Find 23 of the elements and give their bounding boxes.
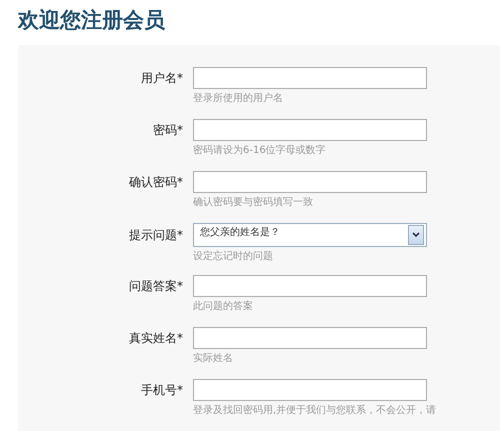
- field-label: 密码*: [153, 122, 183, 138]
- field-hint: 密码请设为6-16位字母或数字: [193, 144, 326, 157]
- field-label: 问题答案*: [129, 278, 183, 294]
- field-hint: 登录所使用的用户名: [193, 92, 283, 105]
- input-field[interactable]: [193, 67, 427, 89]
- field-hint: 实际姓名: [193, 352, 233, 365]
- field-label: 手机号*: [141, 382, 183, 398]
- question-dropdown[interactable]: 您父亲的姓名是？: [193, 223, 427, 247]
- field-label: 提示问题*: [129, 226, 183, 244]
- field-hint: 设定忘记时的问题: [193, 250, 273, 263]
- input-field[interactable]: [193, 327, 427, 349]
- field-label: 真实姓名*: [129, 330, 183, 346]
- page-title: 欢迎您注册会员: [16, 7, 166, 34]
- input-field[interactable]: [193, 171, 427, 193]
- input-field[interactable]: [193, 275, 427, 297]
- field-label: 确认密码*: [129, 174, 183, 190]
- field-label: 用户名*: [141, 70, 183, 86]
- field-hint: 确认密码要与密码填写一致: [193, 196, 313, 209]
- chevron-down-icon: [412, 232, 420, 238]
- input-field[interactable]: [193, 119, 427, 141]
- field-hint: 此问题的答案: [193, 300, 253, 313]
- field-hint: 登录及找回密码用,并便于我们与您联系，不会公开，请: [193, 404, 436, 417]
- input-field[interactable]: [193, 379, 427, 401]
